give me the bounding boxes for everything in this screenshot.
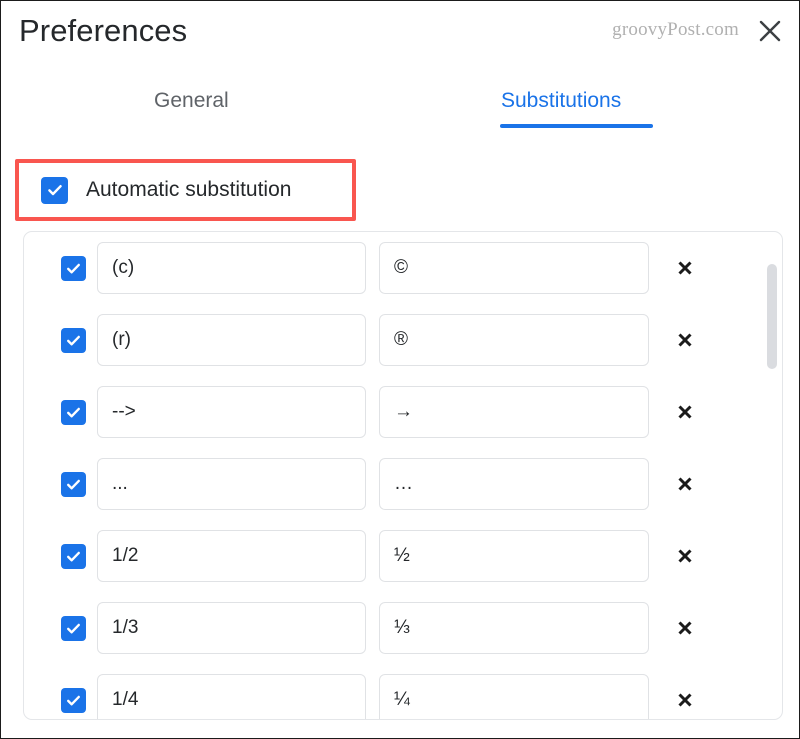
close-icon[interactable] [757, 18, 783, 44]
substitution-row-0: (c) © [24, 232, 782, 304]
substitution-from-input[interactable]: --> [97, 386, 366, 438]
tab-substitutions[interactable]: Substitutions [501, 89, 621, 122]
substitution-row-checkbox[interactable] [61, 399, 86, 425]
automatic-substitution-row[interactable]: Automatic substitution [15, 159, 356, 221]
substitution-row-checkbox[interactable] [61, 687, 86, 713]
substitutions-list: (c) © (r) ® --> → ... … 1/2 ½ 1/3 ⅓ 1/4 … [24, 232, 782, 719]
substitution-to-input[interactable]: … [379, 458, 649, 510]
substitution-to-input[interactable]: ® [379, 314, 649, 366]
automatic-substitution-checkbox[interactable] [41, 176, 68, 204]
tab-bar: General Substitutions [1, 89, 799, 134]
substitution-from-value: 1/4 [112, 689, 139, 710]
substitution-from-value: (c) [112, 257, 135, 278]
substitution-from-input[interactable]: 1/2 [97, 530, 366, 582]
tab-general[interactable]: General [154, 89, 229, 122]
substitution-to-input[interactable]: ½ [379, 530, 649, 582]
substitution-row-6: 1/4 ¼ [24, 664, 782, 719]
watermark-label: groovyPost.com [612, 19, 739, 40]
substitution-row-checkbox[interactable] [61, 543, 86, 569]
substitution-to-input[interactable]: ⅓ [379, 602, 649, 654]
substitution-from-value: 1/2 [112, 545, 139, 566]
delete-substitution-icon[interactable] [671, 326, 699, 354]
substitution-row-checkbox[interactable] [61, 327, 86, 353]
substitution-to-value: ¼ [394, 689, 410, 710]
substitution-from-value: --> [112, 401, 136, 422]
page-title: Preferences [19, 13, 188, 48]
substitution-row-1: (r) ® [24, 304, 782, 376]
substitution-row-checkbox[interactable] [61, 615, 86, 641]
substitution-to-value: © [394, 257, 408, 278]
substitution-from-input[interactable]: 1/4 [97, 674, 366, 719]
tab-active-underline [500, 124, 653, 128]
delete-substitution-icon[interactable] [671, 686, 699, 714]
delete-substitution-icon[interactable] [671, 398, 699, 426]
substitution-from-input[interactable]: ... [97, 458, 366, 510]
preferences-window: Preferences groovyPost.com General Subst… [0, 0, 800, 739]
substitution-to-value: → [394, 401, 413, 422]
substitution-to-value: ® [394, 329, 408, 350]
substitution-to-input[interactable]: → [379, 386, 649, 438]
substitution-from-value: ... [112, 473, 128, 494]
substitution-from-input[interactable]: (c) [97, 242, 366, 294]
substitution-from-value: (r) [112, 329, 131, 350]
automatic-substitution-label: Automatic substitution [86, 178, 292, 201]
substitution-row-5: 1/3 ⅓ [24, 592, 782, 664]
substitution-to-value: ½ [394, 545, 410, 566]
substitution-row-checkbox[interactable] [61, 255, 86, 281]
delete-substitution-icon[interactable] [671, 542, 699, 570]
substitution-row-4: 1/2 ½ [24, 520, 782, 592]
substitution-row-3: ... … [24, 448, 782, 520]
substitution-to-input[interactable]: © [379, 242, 649, 294]
delete-substitution-icon[interactable] [671, 254, 699, 282]
delete-substitution-icon[interactable] [671, 470, 699, 498]
substitution-from-value: 1/3 [112, 617, 139, 638]
substitution-to-value: … [394, 473, 413, 494]
substitution-to-value: ⅓ [394, 617, 410, 638]
substitution-row-checkbox[interactable] [61, 471, 86, 497]
delete-substitution-icon[interactable] [671, 614, 699, 642]
substitution-to-input[interactable]: ¼ [379, 674, 649, 719]
list-scrollbar-track[interactable] [766, 234, 778, 719]
window-header: Preferences groovyPost.com [1, 1, 799, 73]
substitution-from-input[interactable]: 1/3 [97, 602, 366, 654]
list-scrollbar-thumb[interactable] [767, 264, 777, 369]
substitution-from-input[interactable]: (r) [97, 314, 366, 366]
substitution-row-2: --> → [24, 376, 782, 448]
substitutions-list-panel: (c) © (r) ® --> → ... … 1/2 ½ 1/3 ⅓ 1/4 … [23, 231, 783, 720]
